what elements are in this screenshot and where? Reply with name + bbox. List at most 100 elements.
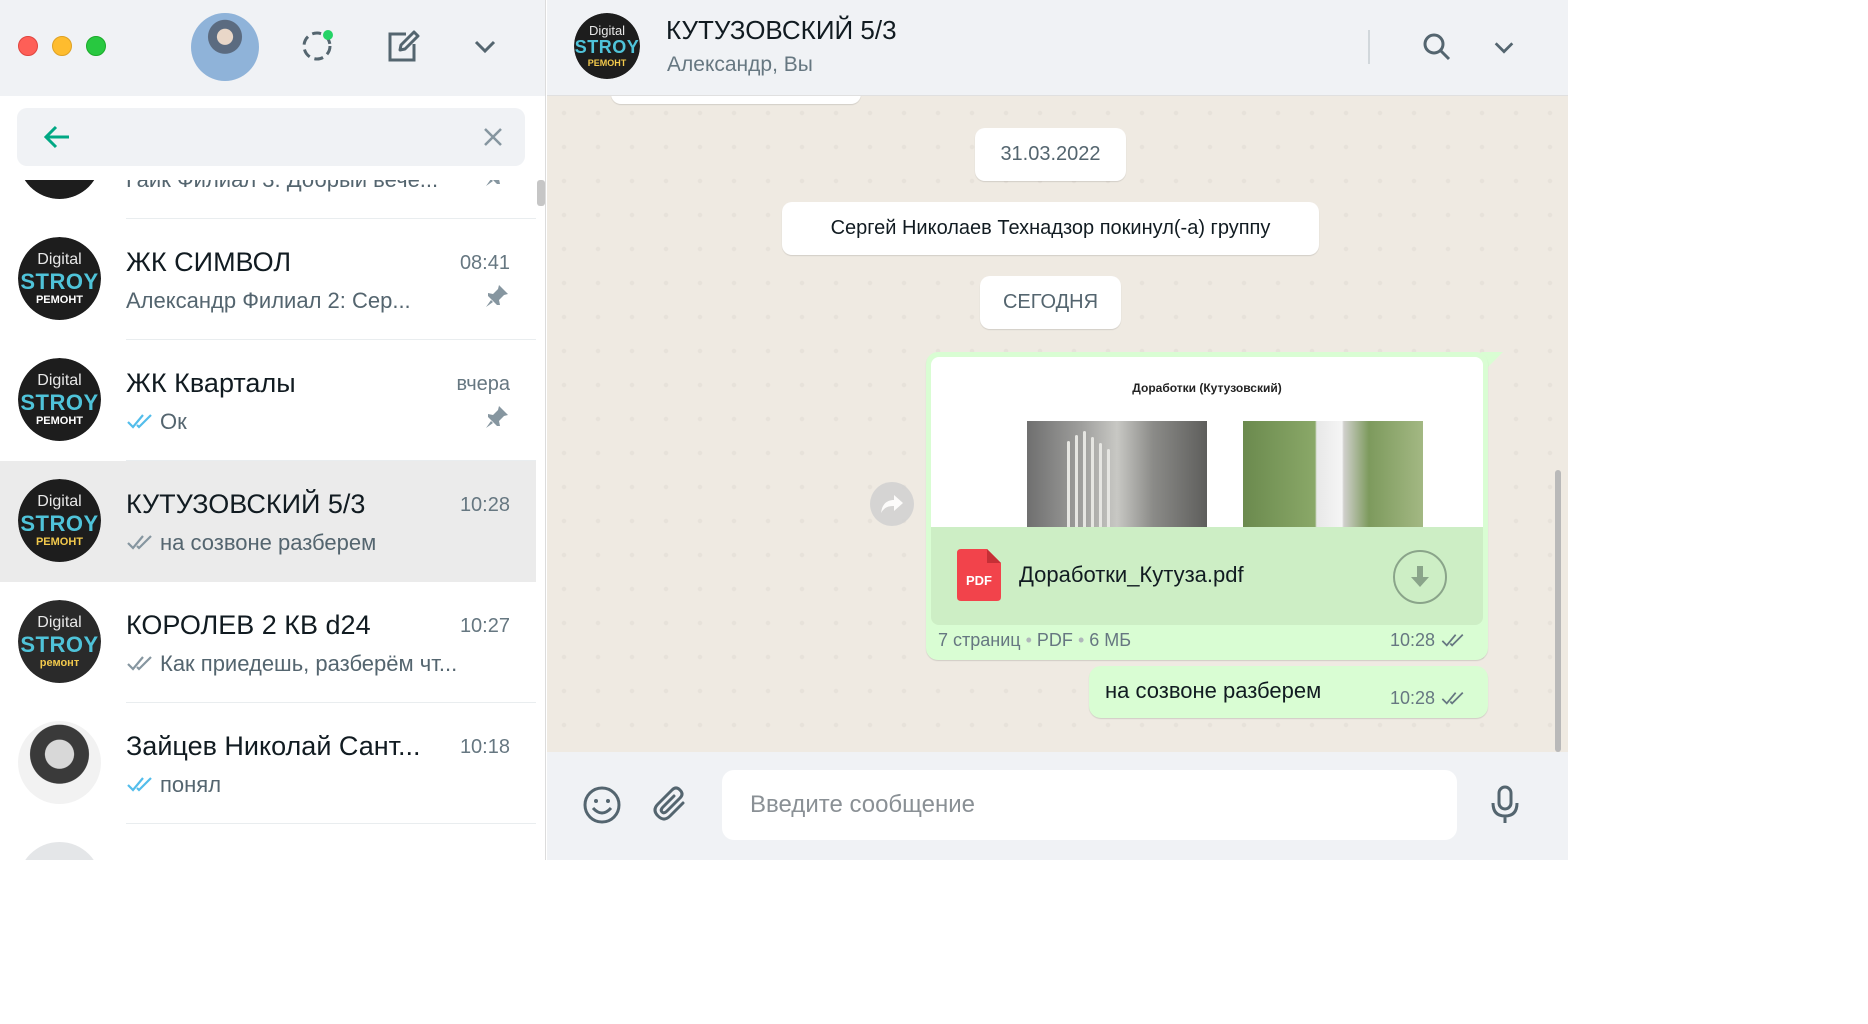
chat-title: Зайцев Николай Сант... bbox=[126, 731, 421, 761]
chat-preview: Гайк Филиал 3: Добрый вече... bbox=[126, 180, 496, 193]
message-input[interactable] bbox=[722, 770, 1457, 840]
chat-row[interactable]: Зайцев Николай Сант... 10:18 понял bbox=[0, 703, 536, 824]
chat-row[interactable]: Digital STROY РЕМОНТ ЖК Кварталы вчера Ок bbox=[0, 340, 536, 461]
forward-icon[interactable] bbox=[870, 482, 914, 526]
preview-photo bbox=[1243, 421, 1423, 527]
profile-avatar[interactable] bbox=[191, 13, 259, 81]
message-text: на созвоне разберем bbox=[1105, 678, 1322, 703]
delivered-ticks-icon bbox=[126, 531, 154, 557]
window-close-button[interactable] bbox=[18, 36, 38, 56]
chat-preview: Ок bbox=[160, 409, 187, 434]
window-minimize-button[interactable] bbox=[52, 36, 72, 56]
message-time: 10:28 bbox=[1389, 688, 1435, 708]
download-icon bbox=[1411, 566, 1429, 587]
conversation-title: КУТУЗОВСКИЙ 5/3 bbox=[666, 15, 897, 45]
document-message[interactable]: Доработки (Кутузовский) PDF Доработки_Ку… bbox=[926, 352, 1488, 660]
search-input[interactable] bbox=[87, 118, 467, 156]
document-file-row[interactable]: PDF Доработки_Кутуза.pdf bbox=[931, 527, 1483, 625]
read-ticks-icon bbox=[126, 773, 154, 799]
document-pages: 7 страниц bbox=[938, 630, 1021, 650]
chat-time: 08:41 bbox=[459, 252, 510, 274]
chevron-down-icon[interactable] bbox=[465, 26, 505, 66]
document-preview[interactable]: Доработки (Кутузовский) bbox=[931, 357, 1483, 527]
attach-icon[interactable] bbox=[647, 781, 695, 829]
read-ticks-icon bbox=[126, 410, 154, 436]
chat-preview: Александр Филиал 2: Сер... bbox=[126, 288, 411, 313]
chat-avatar: Digital STROY РЕМОНТ bbox=[18, 479, 101, 562]
document-type: PDF bbox=[1036, 630, 1073, 650]
delivered-ticks-icon bbox=[1441, 692, 1464, 705]
chat-preview: понял bbox=[160, 772, 222, 797]
chat-preview-wrap: на созвоне разберем bbox=[126, 530, 496, 557]
chat-time: 10:18 bbox=[459, 736, 510, 758]
delivered-ticks-icon bbox=[1441, 634, 1464, 647]
chat-title: ЖК Кварталы bbox=[126, 368, 296, 398]
microphone-icon[interactable] bbox=[1481, 781, 1529, 829]
chat-row-active[interactable]: Digital STROY РЕМОНТ КУТУЗОВСКИЙ 5/3 10:28… bbox=[0, 461, 536, 582]
chat-row[interactable]: Digital STROY ремонт КОРОЛЕВ 2 КВ d24 10:2… bbox=[0, 582, 536, 703]
chat-row[interactable]: Digital STROY РЕМОНТ ЖК СИМВОЛ 08:41 Алекс… bbox=[0, 219, 536, 340]
chat-list-pane: Гайк Филиал 3: Добрый вече... DigitalSTR… bbox=[0, 0, 546, 860]
pin-icon bbox=[484, 404, 510, 435]
search-bar bbox=[0, 96, 545, 180]
emoji-icon[interactable] bbox=[578, 781, 626, 829]
pdf-file-icon: PDF bbox=[957, 549, 1001, 601]
chat-avatar bbox=[18, 721, 101, 804]
date-divider: 31.03.2022 bbox=[975, 128, 1126, 181]
chat-avatar bbox=[18, 842, 101, 860]
document-preview-heading: Доработки (Кутузовский) bbox=[1132, 381, 1282, 395]
chat-title: ЖК СИМВОЛ bbox=[126, 247, 292, 277]
message-time-wrap: 10:28 bbox=[1390, 630, 1466, 651]
chat-list-scrollbar[interactable] bbox=[537, 180, 545, 206]
chat-list: Гайк Филиал 3: Добрый вече... DigitalSTR… bbox=[0, 180, 536, 860]
previous-message-bubble bbox=[611, 96, 861, 104]
header-divider bbox=[1368, 30, 1370, 64]
group-avatar[interactable]: Digital STROY РЕМОНТ bbox=[574, 13, 640, 79]
chat-row[interactable]: Гайк Филиал 3: Добрый вече... bbox=[0, 180, 536, 219]
chat-time: 10:27 bbox=[459, 615, 510, 637]
chat-avatar: Digital STROY РЕМОНТ bbox=[18, 358, 101, 441]
download-button[interactable] bbox=[1393, 550, 1447, 604]
pin-icon bbox=[484, 283, 510, 314]
svg-text:PDF: PDF bbox=[966, 573, 992, 588]
conversation-participants: Александр, Вы bbox=[667, 53, 813, 76]
search-icon[interactable] bbox=[1417, 27, 1457, 67]
chat-time: вчера bbox=[456, 373, 510, 395]
chat-preview: на созвоне разберем bbox=[160, 530, 377, 555]
chat-preview-wrap: Как приедешь, разберём чт... bbox=[126, 651, 496, 678]
chat-avatar bbox=[18, 180, 101, 199]
pin-icon bbox=[484, 180, 510, 193]
text-message[interactable]: на созвоне разберем 10:28 bbox=[1089, 666, 1488, 718]
left-header bbox=[0, 0, 545, 96]
chat-avatar: Digital STROY ремонт bbox=[18, 600, 101, 683]
back-arrow-icon[interactable] bbox=[37, 117, 77, 157]
composer-bar bbox=[547, 752, 1568, 860]
message-area[interactable]: 31.03.2022 Сергей Николаев Технадзор пок… bbox=[547, 96, 1568, 752]
conversation-scrollbar[interactable] bbox=[1555, 470, 1561, 752]
system-notice: Сергей Николаев Технадзор покинул(-а) гр… bbox=[782, 202, 1319, 255]
message-time-wrap: 10:28 bbox=[1390, 688, 1466, 709]
search-box bbox=[17, 108, 525, 166]
document-meta: 7 страниц • PDF • 6 МБ bbox=[938, 630, 1132, 650]
today-divider: СЕГОДНЯ bbox=[980, 276, 1121, 329]
message-time: 10:28 bbox=[1389, 630, 1435, 650]
document-file-name: Доработки_Кутуза.pdf bbox=[1019, 562, 1244, 587]
window-zoom-button[interactable] bbox=[86, 36, 106, 56]
chat-time: 10:28 bbox=[459, 494, 510, 516]
clear-search-icon[interactable] bbox=[473, 117, 513, 157]
chevron-down-icon[interactable] bbox=[1484, 27, 1524, 67]
preview-photo bbox=[1027, 421, 1207, 527]
conversation-pane: Digital STROY РЕМОНТ КУТУЗОВСКИЙ 5/3 Алекс… bbox=[547, 0, 1568, 860]
chat-title: КОРОЛЕВ 2 КВ d24 bbox=[126, 610, 371, 640]
chat-row[interactable] bbox=[0, 824, 536, 860]
chat-preview-wrap: понял bbox=[126, 772, 496, 799]
chat-preview: Как приедешь, разберём чт... bbox=[160, 651, 458, 676]
chat-title: КУТУЗОВСКИЙ 5/3 bbox=[126, 489, 366, 519]
chat-avatar: Digital STROY РЕМОНТ bbox=[18, 237, 101, 320]
chat-preview-wrap: Ок bbox=[126, 409, 496, 436]
delivered-ticks-icon bbox=[126, 652, 154, 678]
document-size: 6 МБ bbox=[1089, 630, 1132, 650]
conversation-header[interactable]: Digital STROY РЕМОНТ КУТУЗОВСКИЙ 5/3 Алекс… bbox=[547, 0, 1568, 96]
status-icon[interactable] bbox=[297, 26, 337, 66]
new-chat-icon[interactable] bbox=[382, 26, 422, 66]
